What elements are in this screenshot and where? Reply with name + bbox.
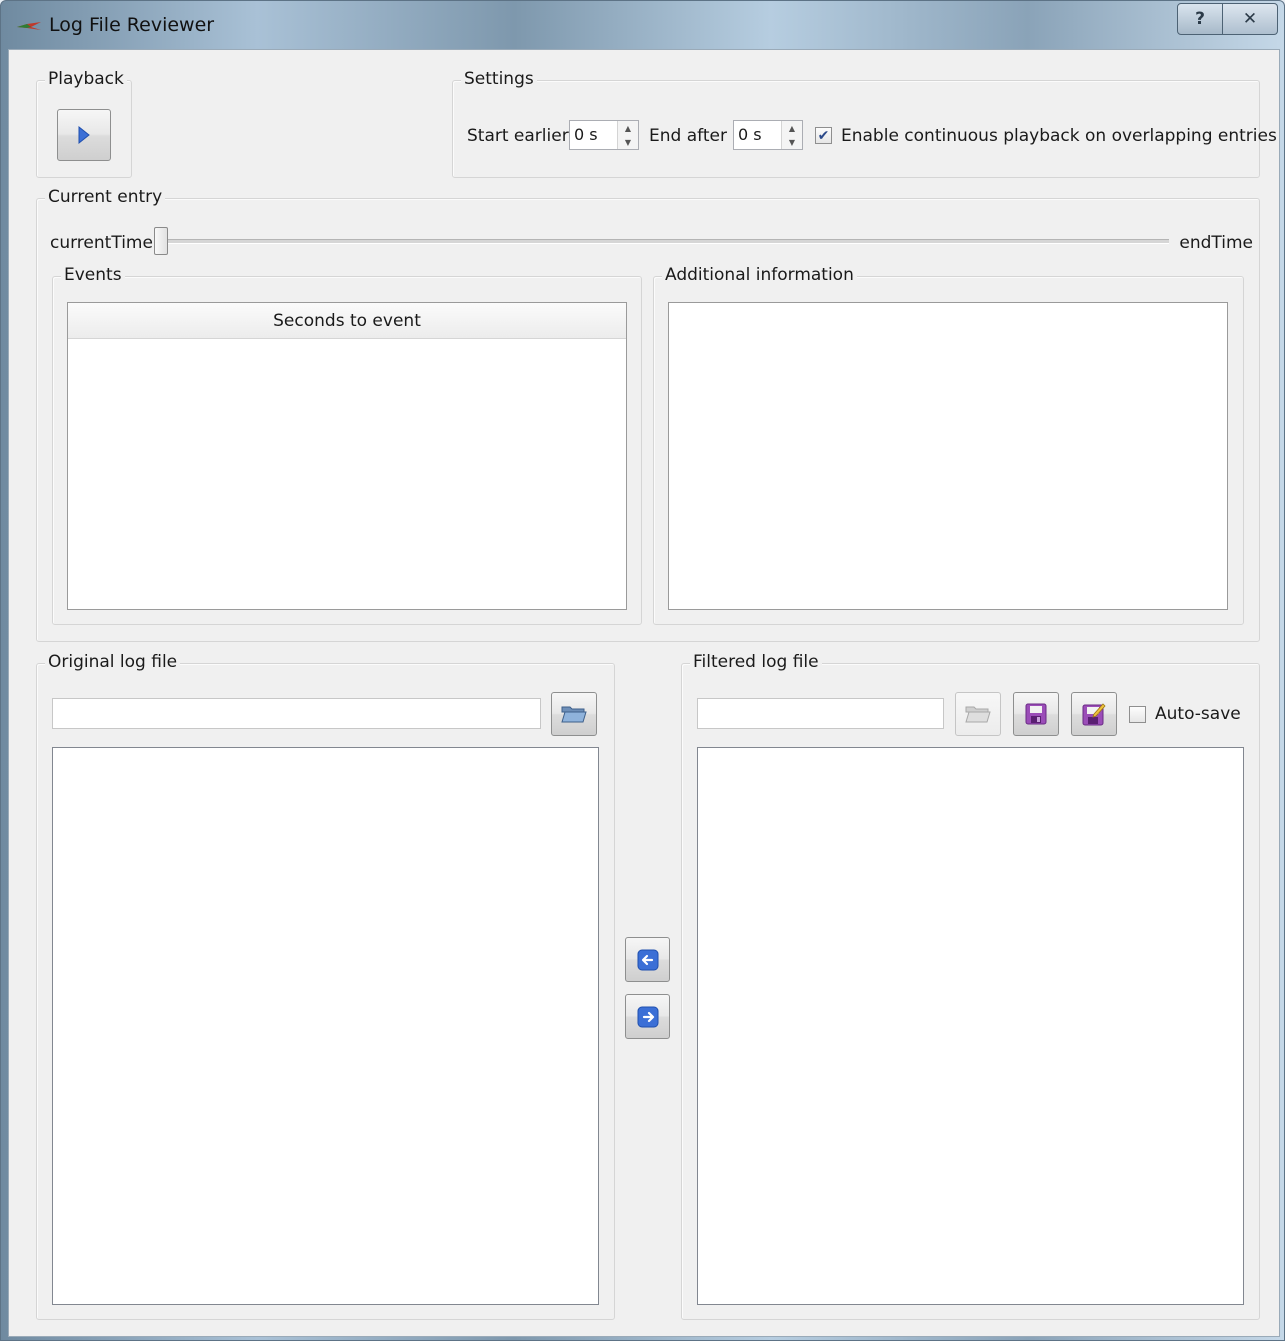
settings-group: Settings Start earlier 0 s ▲ ▼ End after… bbox=[452, 69, 1277, 178]
additional-info-group-title: Additional information bbox=[662, 265, 857, 285]
end-time-label: endTime bbox=[1179, 233, 1253, 253]
open-original-log-button[interactable] bbox=[551, 692, 597, 736]
events-column-header[interactable]: Seconds to event bbox=[68, 303, 626, 339]
title-bar[interactable]: Log File Reviewer ? ✕ bbox=[1, 1, 1284, 49]
app-icon bbox=[17, 22, 41, 30]
playback-group: Playback bbox=[36, 69, 132, 178]
start-earlier-value: 0 s bbox=[574, 125, 598, 144]
start-earlier-spinbox[interactable]: 0 s ▲ ▼ bbox=[569, 120, 639, 150]
continuous-playback-checkbox[interactable]: ✔ bbox=[815, 127, 832, 144]
floppy-save-as-icon bbox=[1082, 703, 1106, 726]
move-to-filtered-button[interactable] bbox=[625, 994, 670, 1039]
current-entry-group: Current entry currentTime endTime Events… bbox=[36, 187, 1260, 642]
end-after-value: 0 s bbox=[738, 125, 762, 144]
help-button[interactable]: ? bbox=[1177, 3, 1223, 35]
spin-up-icon[interactable]: ▲ bbox=[782, 121, 802, 135]
additional-info-group: Additional information bbox=[653, 265, 1244, 625]
save-filtered-log-button[interactable] bbox=[1013, 692, 1059, 736]
move-to-original-button[interactable] bbox=[625, 937, 670, 982]
events-group: Events Seconds to event bbox=[52, 265, 642, 625]
save-as-filtered-log-button[interactable] bbox=[1071, 692, 1117, 736]
events-table[interactable]: Seconds to event bbox=[67, 302, 627, 610]
play-icon bbox=[78, 125, 90, 145]
time-slider-track[interactable] bbox=[157, 239, 1169, 244]
start-earlier-label: Start earlier bbox=[467, 126, 569, 146]
end-after-label: End after bbox=[649, 126, 727, 146]
spin-down-icon[interactable]: ▼ bbox=[782, 135, 802, 149]
folder-open-icon bbox=[561, 706, 587, 723]
close-button[interactable]: ✕ bbox=[1223, 3, 1278, 35]
current-time-label: currentTime bbox=[50, 233, 153, 253]
dialog-client-area: Playback Settings Start earlier 0 s ▲ ▼ … bbox=[8, 49, 1280, 1337]
auto-save-checkbox[interactable] bbox=[1129, 706, 1146, 723]
end-after-stepper[interactable]: ▲ ▼ bbox=[781, 121, 802, 149]
arrow-right-icon bbox=[637, 1006, 658, 1027]
end-after-spinbox[interactable]: 0 s ▲ ▼ bbox=[733, 120, 803, 150]
events-column-header-label: Seconds to event bbox=[273, 310, 421, 331]
current-entry-group-title: Current entry bbox=[45, 187, 166, 207]
continuous-playback-label[interactable]: Enable continuous playback on overlappin… bbox=[841, 126, 1277, 146]
additional-info-text[interactable] bbox=[668, 302, 1228, 610]
open-filtered-log-button[interactable] bbox=[955, 692, 1001, 736]
filtered-log-path-input[interactable] bbox=[697, 698, 944, 729]
folder-open-icon bbox=[965, 706, 991, 723]
playback-group-title: Playback bbox=[45, 69, 127, 89]
spin-up-icon[interactable]: ▲ bbox=[618, 121, 638, 135]
filtered-log-group-title: Filtered log file bbox=[690, 652, 822, 672]
original-log-group-title: Original log file bbox=[45, 652, 181, 672]
floppy-save-icon bbox=[1025, 703, 1047, 725]
events-group-title: Events bbox=[61, 265, 125, 285]
window-title: Log File Reviewer bbox=[49, 14, 215, 36]
time-slider-handle[interactable] bbox=[154, 227, 168, 255]
original-log-list[interactable] bbox=[52, 747, 599, 1305]
spin-down-icon[interactable]: ▼ bbox=[618, 135, 638, 149]
original-log-group: Original log file bbox=[36, 652, 615, 1320]
play-button[interactable] bbox=[57, 109, 111, 161]
start-earlier-stepper[interactable]: ▲ ▼ bbox=[617, 121, 638, 149]
settings-group-title: Settings bbox=[461, 69, 537, 89]
caption-buttons: ? ✕ bbox=[1177, 3, 1278, 35]
filtered-log-list[interactable] bbox=[697, 747, 1244, 1305]
original-log-path-input[interactable] bbox=[52, 698, 541, 729]
app-window: Log File Reviewer ? ✕ Playback Settings … bbox=[0, 0, 1285, 1341]
filtered-log-group: Filtered log file Auto-save bbox=[681, 652, 1260, 1320]
auto-save-label[interactable]: Auto-save bbox=[1155, 704, 1241, 724]
arrow-left-icon bbox=[637, 949, 658, 970]
